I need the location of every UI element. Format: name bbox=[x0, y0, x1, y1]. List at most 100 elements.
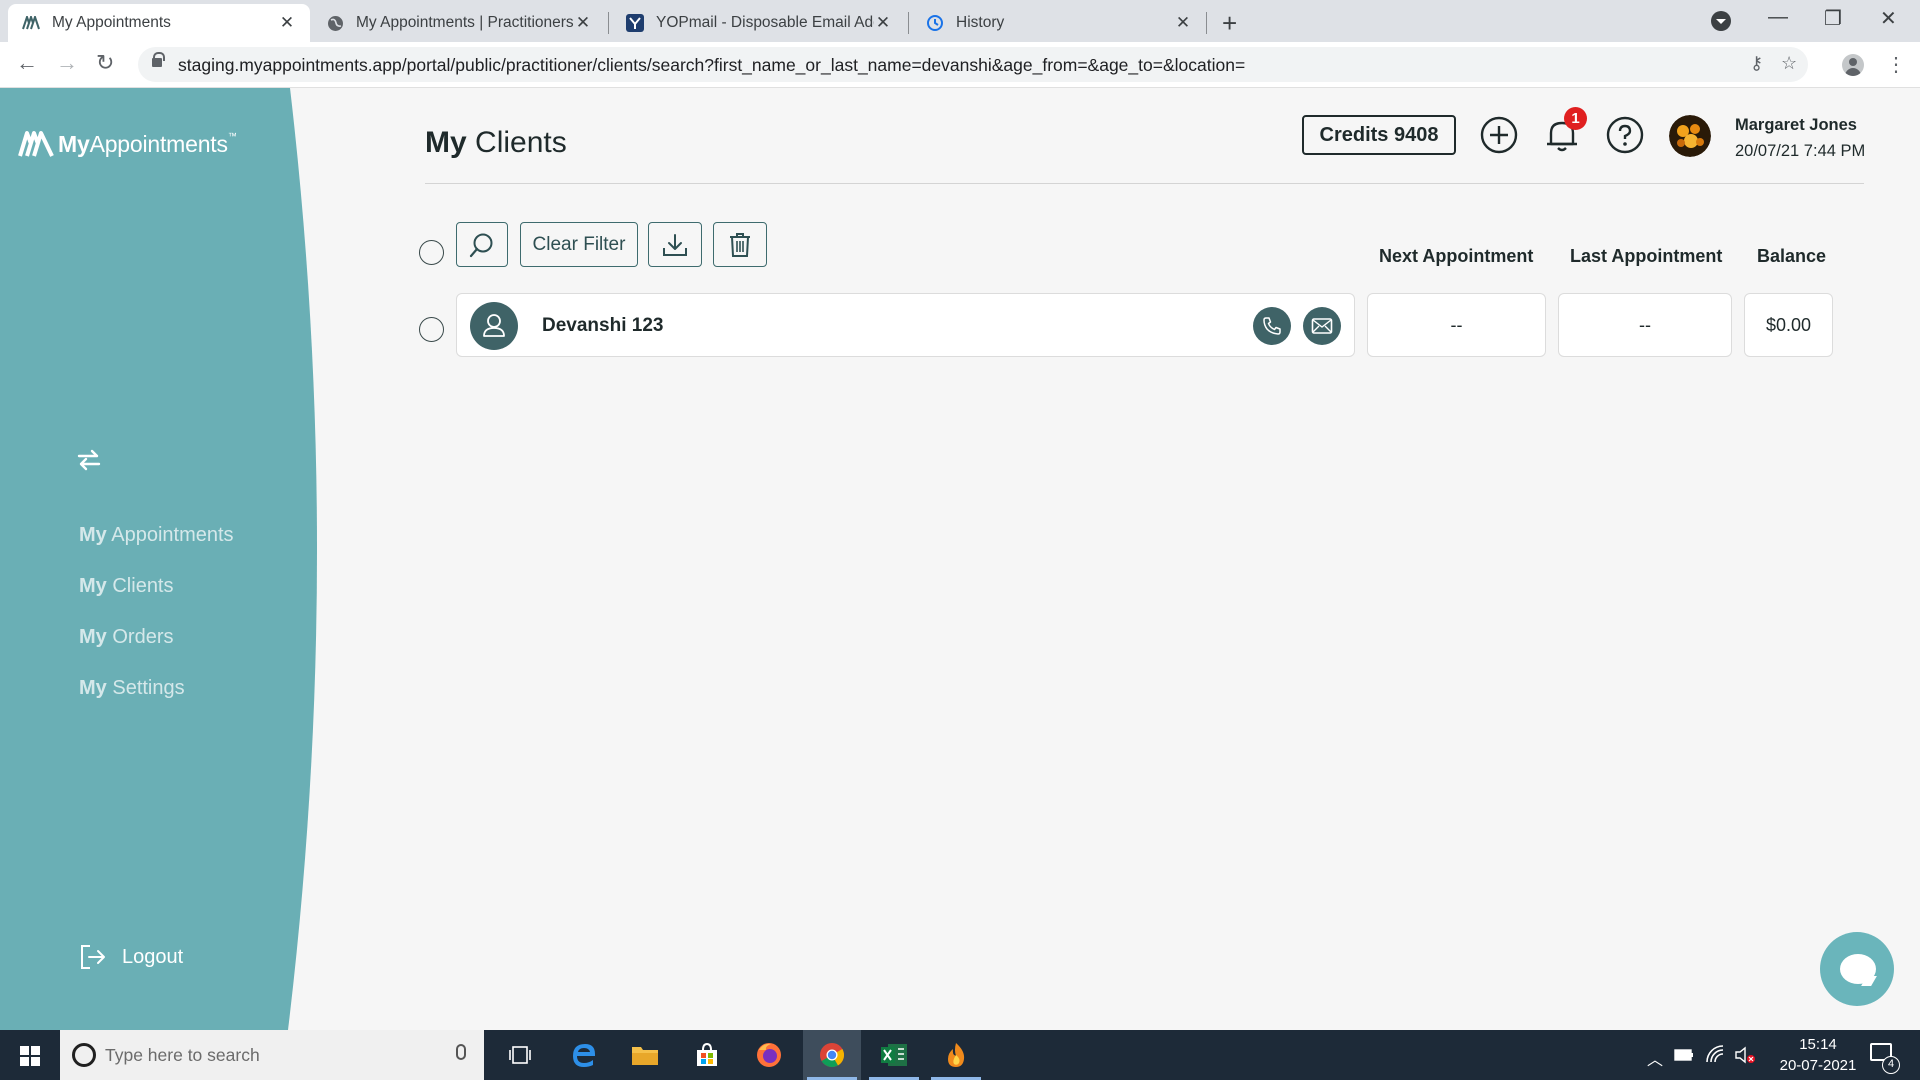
logout-icon bbox=[81, 945, 105, 969]
microphone-icon[interactable] bbox=[456, 1044, 466, 1060]
client-name[interactable]: Devanshi 123 bbox=[542, 315, 663, 337]
user-datetime: 20/07/21 7:44 PM bbox=[1735, 142, 1866, 160]
task-view-icon[interactable] bbox=[491, 1030, 549, 1080]
select-all-radio[interactable] bbox=[419, 240, 444, 265]
taskbar-clock-date[interactable]: 20-07-2021 bbox=[1770, 1057, 1866, 1074]
close-window-icon[interactable]: ✕ bbox=[1880, 6, 1897, 31]
tray-chevron-up-icon[interactable]: ︿ bbox=[1647, 1046, 1663, 1070]
url-text[interactable]: staging.myappointments.app/portal/public… bbox=[178, 55, 1245, 76]
globe-favicon-icon bbox=[326, 14, 344, 32]
logout-label: Logout bbox=[122, 945, 184, 968]
column-header-balance: Balance bbox=[1757, 246, 1827, 266]
volume-muted-icon[interactable] bbox=[1734, 1046, 1756, 1064]
edge-icon[interactable] bbox=[555, 1030, 613, 1080]
tab-search-icon[interactable] bbox=[1711, 11, 1731, 31]
tab-title: My Appointments | Practitioners bbox=[356, 14, 574, 31]
sidebar-item-clients[interactable]: My Clients bbox=[79, 575, 174, 598]
add-circle-icon[interactable] bbox=[1479, 115, 1519, 155]
download-button[interactable] bbox=[648, 222, 702, 267]
sidebar-background bbox=[0, 88, 318, 1030]
forward-arrow-icon[interactable]: → bbox=[56, 50, 78, 76]
windows-start-icon[interactable] bbox=[20, 1046, 40, 1066]
last-appointment-cell: -- bbox=[1558, 293, 1732, 357]
tab-divider bbox=[1206, 12, 1207, 34]
clear-filter-button[interactable]: Clear Filter bbox=[520, 222, 638, 267]
header-divider bbox=[425, 183, 1864, 184]
balance-cell: $0.00 bbox=[1744, 293, 1833, 357]
browser-tab-strip: My Appointments ✕ My Appointments | Prac… bbox=[0, 0, 1920, 42]
delete-button[interactable] bbox=[713, 222, 767, 267]
tab-my-appointments[interactable]: My Appointments ✕ bbox=[8, 4, 310, 42]
tab-divider bbox=[908, 12, 909, 34]
call-button[interactable] bbox=[1253, 307, 1291, 345]
phone-icon bbox=[1263, 317, 1281, 335]
firefox-icon[interactable] bbox=[740, 1030, 798, 1080]
help-icon[interactable] bbox=[1605, 115, 1645, 155]
back-arrow-icon[interactable]: ← bbox=[16, 50, 38, 76]
row-select-radio[interactable] bbox=[419, 317, 444, 342]
tab-yopmail[interactable]: YOPmail - Disposable Email Addr ✕ bbox=[612, 4, 906, 42]
close-tab-icon[interactable]: ✕ bbox=[574, 13, 592, 33]
action-center-badge: 4 bbox=[1882, 1056, 1900, 1074]
yopmail-favicon-icon bbox=[626, 14, 644, 32]
new-tab-plus-icon[interactable]: + bbox=[1222, 8, 1237, 39]
tab-practitioners[interactable]: My Appointments | Practitioners ✕ bbox=[312, 4, 606, 42]
myappointments-favicon-icon bbox=[22, 14, 40, 32]
browser-toolbar: ← → ↻ staging.myappointments.app/portal/… bbox=[0, 42, 1920, 88]
taskbar-search-box[interactable]: Type here to search bbox=[60, 1030, 484, 1080]
user-name: Margaret Jones bbox=[1735, 116, 1857, 134]
fire-app-icon[interactable] bbox=[927, 1030, 985, 1080]
taskbar-search-placeholder: Type here to search bbox=[105, 1045, 260, 1065]
address-bar[interactable]: staging.myappointments.app/portal/public… bbox=[138, 47, 1808, 82]
close-tab-icon[interactable]: ✕ bbox=[874, 13, 892, 33]
excel-icon[interactable] bbox=[865, 1030, 923, 1080]
trash-icon bbox=[730, 232, 750, 257]
tab-title: History bbox=[956, 14, 1005, 31]
history-favicon-icon bbox=[926, 14, 944, 32]
chrome-icon[interactable] bbox=[803, 1030, 861, 1080]
download-icon bbox=[663, 233, 687, 256]
close-tab-icon[interactable]: ✕ bbox=[278, 13, 296, 33]
lock-icon bbox=[152, 52, 165, 67]
browser-profile-icon[interactable] bbox=[1842, 54, 1864, 76]
key-icon[interactable]: ⚷ bbox=[1750, 53, 1763, 74]
mail-icon bbox=[1311, 318, 1333, 334]
file-explorer-icon[interactable] bbox=[616, 1030, 674, 1080]
tab-title: YOPmail - Disposable Email Addr bbox=[656, 14, 874, 31]
restore-icon[interactable]: ❐ bbox=[1824, 6, 1842, 31]
credits-button[interactable]: Credits 9408 bbox=[1302, 115, 1456, 155]
notification-badge: 1 bbox=[1564, 107, 1587, 130]
user-avatar[interactable] bbox=[1669, 115, 1711, 157]
logo-text: MyAppointments™ bbox=[58, 130, 237, 157]
logo-mark-icon bbox=[18, 131, 54, 157]
bookmark-star-icon[interactable]: ☆ bbox=[1781, 53, 1797, 74]
wifi-icon[interactable] bbox=[1705, 1044, 1725, 1064]
cortana-circle-icon bbox=[72, 1043, 96, 1067]
minimize-icon[interactable]: — bbox=[1768, 6, 1788, 29]
logout-button[interactable]: Logout bbox=[80, 944, 183, 970]
email-button[interactable] bbox=[1303, 307, 1341, 345]
battery-icon[interactable] bbox=[1674, 1048, 1694, 1062]
person-icon bbox=[483, 314, 505, 337]
close-tab-icon[interactable]: ✕ bbox=[1174, 13, 1192, 33]
tab-title: My Appointments bbox=[52, 14, 171, 31]
search-button[interactable] bbox=[456, 222, 508, 267]
search-icon bbox=[469, 233, 493, 257]
tab-history[interactable]: History ✕ bbox=[912, 4, 1206, 42]
table-row[interactable]: Devanshi 123 bbox=[456, 293, 1355, 357]
app-logo[interactable]: MyAppointments™ bbox=[18, 130, 237, 158]
swap-arrows-icon[interactable] bbox=[76, 447, 102, 473]
taskbar-clock-time[interactable]: 15:14 bbox=[1790, 1036, 1846, 1053]
sidebar-item-appointments[interactable]: My Appointments bbox=[79, 524, 234, 547]
page-title: My Clients bbox=[425, 126, 567, 159]
column-header-last-appointment: Last Appointment bbox=[1570, 246, 1723, 266]
sidebar-item-orders[interactable]: My Orders bbox=[79, 626, 173, 649]
tab-divider bbox=[608, 12, 609, 34]
chat-widget-button[interactable] bbox=[1820, 932, 1894, 1006]
next-appointment-cell: -- bbox=[1367, 293, 1546, 357]
client-avatar bbox=[470, 302, 518, 350]
sidebar-item-settings[interactable]: My Settings bbox=[79, 677, 185, 700]
browser-menu-icon[interactable]: ⋮ bbox=[1886, 52, 1906, 77]
reload-icon[interactable]: ↻ bbox=[96, 50, 114, 76]
microsoft-store-icon[interactable] bbox=[678, 1030, 736, 1080]
